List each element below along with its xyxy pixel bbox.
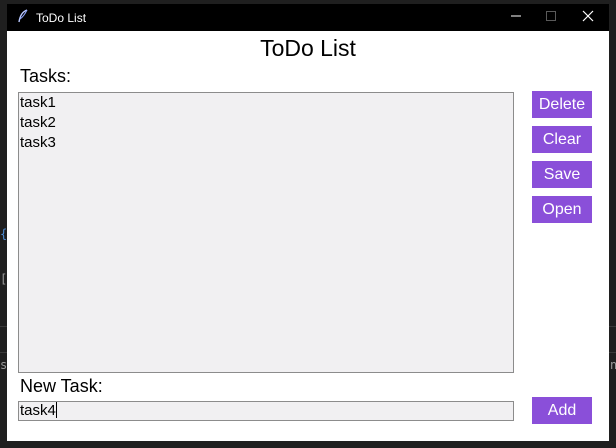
list-item[interactable]: task1 xyxy=(19,93,513,113)
todo-window: ToDo List ToDo List Tasks: task1 task2 t… xyxy=(7,4,609,441)
open-button[interactable]: Open xyxy=(532,196,592,223)
text-caret xyxy=(55,402,57,418)
maximize-icon xyxy=(545,9,557,27)
new-task-input-value: task4 xyxy=(20,402,56,419)
add-button[interactable]: Add xyxy=(532,397,592,424)
save-button[interactable]: Save xyxy=(532,161,592,188)
list-item[interactable]: task2 xyxy=(19,113,513,133)
feather-icon xyxy=(16,9,30,23)
page-title: ToDo List xyxy=(260,35,356,61)
window-title: ToDo List xyxy=(36,11,87,25)
minimize-button[interactable] xyxy=(497,4,535,31)
window-titlebar[interactable]: ToDo List xyxy=(7,4,609,31)
new-task-input[interactable]: task4 xyxy=(18,401,514,421)
tasks-label: Tasks: xyxy=(20,66,72,86)
close-button[interactable] xyxy=(569,4,607,31)
delete-button[interactable]: Delete xyxy=(532,91,592,118)
maximize-button[interactable] xyxy=(532,4,570,31)
background-code-fragment: n xyxy=(610,358,616,372)
minimize-icon xyxy=(510,9,522,27)
clear-button[interactable]: Clear xyxy=(532,126,592,153)
window-content: ToDo List Tasks: task1 task2 task3 Delet… xyxy=(7,31,609,441)
tasks-listbox[interactable]: task1 task2 task3 xyxy=(18,92,514,373)
new-task-label: New Task: xyxy=(20,376,103,396)
close-icon xyxy=(582,9,594,27)
list-item[interactable]: task3 xyxy=(19,133,513,153)
